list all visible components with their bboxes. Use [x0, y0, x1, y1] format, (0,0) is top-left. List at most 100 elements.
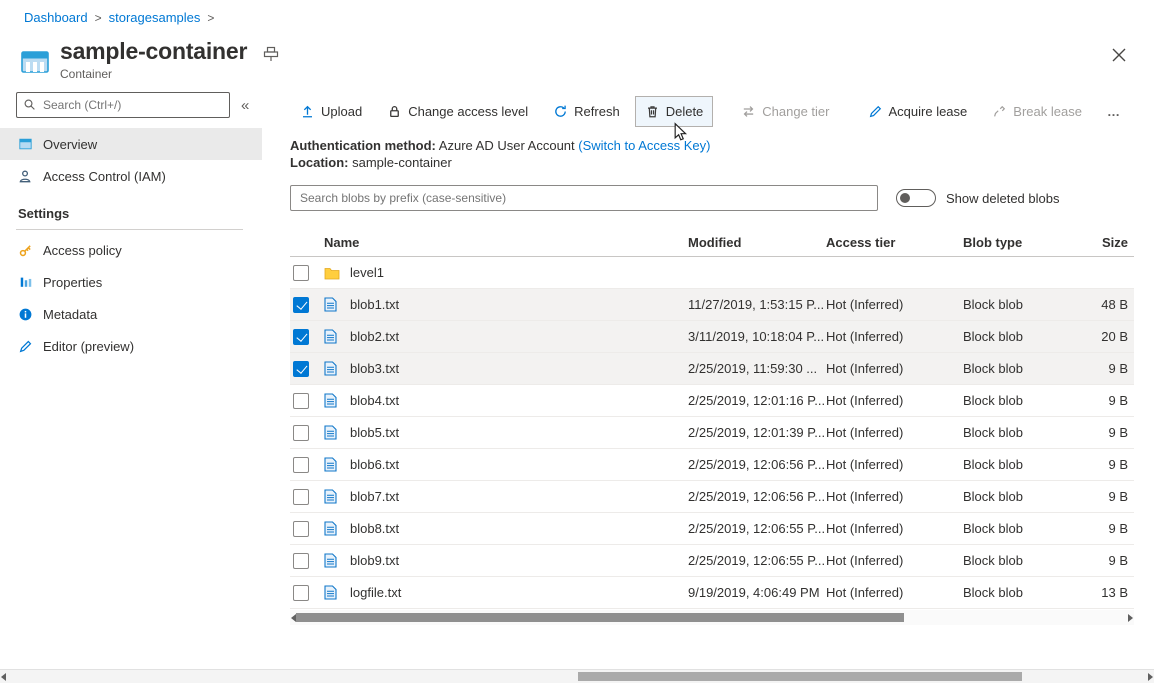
access-control-icon [18, 169, 33, 184]
location-value: sample-container [352, 155, 452, 170]
row-checkbox[interactable] [293, 553, 309, 569]
sidebar-item-label: Access Control (IAM) [43, 169, 166, 184]
sidebar-item-label: Access policy [43, 243, 122, 258]
page-scroll-right-arrow[interactable] [1148, 673, 1153, 681]
table-row-logfile-txt[interactable]: logfile.txt9/19/2019, 4:06:49 PMHot (Inf… [290, 577, 1134, 609]
row-checkbox[interactable] [293, 265, 309, 281]
show-deleted-blobs-toggle[interactable] [896, 189, 936, 207]
blob-file-icon [324, 489, 350, 504]
toolbar-upload-button[interactable]: Upload [290, 96, 372, 127]
table-row-blob3-txt[interactable]: blob3.txt2/25/2019, 11:59:30 ...Hot (Inf… [290, 353, 1134, 385]
toolbar-refresh-button[interactable]: Refresh [543, 96, 630, 127]
sidebar: « Overview Access Control (IAM) Settings Ac… [0, 92, 262, 362]
location-line: Location: sample-container [290, 154, 1134, 171]
row-checkbox[interactable] [293, 585, 309, 601]
toolbar-break-lease-button: Break lease [982, 96, 1092, 127]
table-row-blob9-txt[interactable]: blob9.txt2/25/2019, 12:06:55 P...Hot (In… [290, 545, 1134, 577]
sidebar-item-label: Editor (preview) [43, 339, 134, 354]
page-scroll-left-arrow[interactable] [1, 673, 6, 681]
size-value: 9 B [1083, 457, 1134, 472]
page-horizontal-scrollbar[interactable] [0, 669, 1154, 683]
blob-name: level1 [350, 265, 688, 280]
access-tier-value: Hot (Inferred) [826, 585, 963, 600]
sidebar-section-label: Settings [0, 206, 262, 221]
info-icon [18, 307, 33, 322]
pin-icon[interactable] [263, 46, 279, 65]
scrollbar-thumb[interactable] [296, 613, 904, 622]
toolbar-button-label: Upload [321, 104, 362, 119]
sidebar-search-input[interactable] [16, 92, 230, 118]
row-checkbox[interactable] [293, 393, 309, 409]
close-icon[interactable] [1106, 42, 1132, 68]
blob-name: blob4.txt [350, 393, 688, 408]
blob-prefix-search-input[interactable] [290, 185, 878, 211]
breadcrumb-link-storagesamples[interactable]: storagesamples [109, 10, 201, 25]
sidebar-item-overview[interactable]: Overview [0, 128, 262, 160]
change-tier-icon [741, 104, 756, 119]
toolbar-button-label: Change access level [408, 104, 528, 119]
key-icon [18, 243, 33, 258]
breadcrumb: Dashboard>storagesamples> [24, 10, 221, 25]
row-checkbox[interactable] [293, 489, 309, 505]
table-header-row: NameModifiedAccess tierBlob typeSize [290, 229, 1134, 257]
breadcrumb-link-dashboard[interactable]: Dashboard [24, 10, 88, 25]
table-horizontal-scrollbar[interactable] [290, 610, 1134, 625]
blob-type-value: Block blob [963, 585, 1083, 600]
sidebar-item-label: Metadata [43, 307, 97, 322]
blob-file-icon [324, 361, 350, 376]
size-value: 9 B [1083, 393, 1134, 408]
row-checkbox[interactable] [293, 521, 309, 537]
table-row-blob6-txt[interactable]: blob6.txt2/25/2019, 12:06:56 P...Hot (In… [290, 449, 1134, 481]
modified-value: 3/11/2019, 10:18:04 P... [688, 329, 826, 344]
sidebar-item-metadata[interactable]: Metadata [0, 298, 262, 330]
acquire-lease-icon [868, 104, 883, 119]
sidebar-collapse-button[interactable]: « [241, 97, 249, 114]
blob-name: logfile.txt [350, 585, 688, 600]
table-row-level1[interactable]: level1 [290, 257, 1134, 289]
sidebar-item-properties[interactable]: Properties [0, 266, 262, 298]
modified-value: 2/25/2019, 12:06:56 P... [688, 457, 826, 472]
blob-type-value: Block blob [963, 489, 1083, 504]
switch-access-key-link[interactable]: (Switch to Access Key) [578, 138, 710, 153]
table-row-blob5-txt[interactable]: blob5.txt2/25/2019, 12:01:39 P...Hot (In… [290, 417, 1134, 449]
page-scrollbar-thumb[interactable] [578, 672, 1022, 681]
toolbar-change-tier-button: Change tier [731, 96, 839, 127]
row-checkbox[interactable] [293, 329, 309, 345]
sidebar-item-label: Overview [43, 137, 97, 152]
table-row-blob7-txt[interactable]: blob7.txt2/25/2019, 12:06:56 P...Hot (In… [290, 481, 1134, 513]
properties-icon [18, 275, 33, 289]
blob-name: blob2.txt [350, 329, 688, 344]
access-tier-value: Hot (Inferred) [826, 489, 963, 504]
column-header-name: Name [324, 235, 688, 250]
main-content: Upload Change access level RefreshDelete Ch… [290, 92, 1134, 625]
delete-icon [645, 104, 660, 119]
toolbar-change-access-level-button[interactable]: Change access level [377, 96, 538, 127]
row-checkbox[interactable] [293, 361, 309, 377]
toolbar-delete-button[interactable]: Delete [635, 96, 714, 127]
sidebar-item-editor-preview[interactable]: Editor (preview) [0, 330, 262, 362]
size-value: 48 B [1083, 297, 1134, 312]
table-row-blob1-txt[interactable]: blob1.txt11/27/2019, 1:53:15 P...Hot (In… [290, 289, 1134, 321]
modified-value: 2/25/2019, 11:59:30 ... [688, 361, 826, 376]
table-row-blob8-txt[interactable]: blob8.txt2/25/2019, 12:06:55 P...Hot (In… [290, 513, 1134, 545]
blade-header: sample-container Container [20, 38, 279, 81]
table-row-blob2-txt[interactable]: blob2.txt3/11/2019, 10:18:04 P...Hot (In… [290, 321, 1134, 353]
row-checkbox[interactable] [293, 425, 309, 441]
search-icon [23, 98, 36, 114]
toolbar-acquire-lease-button[interactable]: Acquire lease [858, 96, 978, 127]
pencil-icon [18, 339, 33, 354]
sidebar-item-access-policy[interactable]: Access policy [0, 234, 262, 266]
breadcrumb-separator: > [95, 11, 102, 25]
lock-icon [387, 104, 402, 119]
blob-file-icon [324, 329, 350, 344]
size-value: 9 B [1083, 553, 1134, 568]
auth-method-label: Authentication method: [290, 138, 436, 153]
sidebar-item-access-control-iam[interactable]: Access Control (IAM) [0, 160, 262, 192]
scroll-right-arrow[interactable] [1128, 614, 1133, 622]
access-tier-value: Hot (Inferred) [826, 393, 963, 408]
table-row-blob4-txt[interactable]: blob4.txt2/25/2019, 12:01:16 P...Hot (In… [290, 385, 1134, 417]
row-checkbox[interactable] [293, 297, 309, 313]
toolbar-more-button[interactable]: … [1097, 96, 1131, 127]
row-checkbox[interactable] [293, 457, 309, 473]
blob-name: blob9.txt [350, 553, 688, 568]
